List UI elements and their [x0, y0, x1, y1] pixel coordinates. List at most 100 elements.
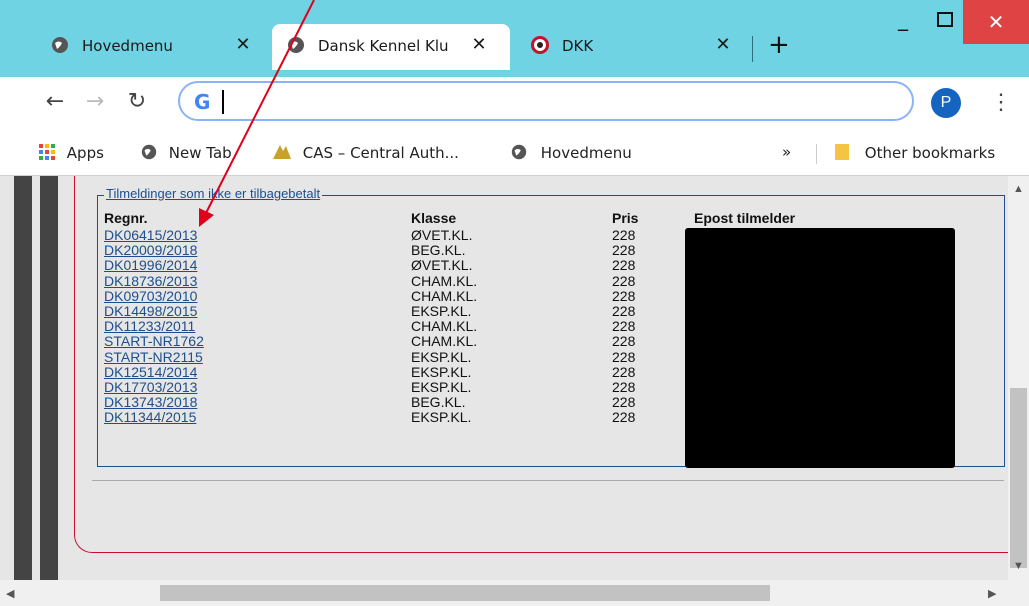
- pris-cell: 228: [612, 242, 636, 259]
- klasse-cell: CHAM.KL.: [411, 287, 478, 304]
- klasse-cell: EKSP.KL.: [411, 363, 472, 380]
- bookmark-other-bookmarks[interactable]: Other bookmarks: [834, 143, 995, 162]
- new-tab-button[interactable]: +: [768, 30, 790, 60]
- bookmark-separator: [816, 144, 817, 164]
- globe-icon: [52, 37, 68, 53]
- klasse-cell: CHAM.KL.: [411, 333, 478, 350]
- regnr-link[interactable]: DK11233/2011: [104, 319, 195, 334]
- bookmark-label: Other bookmarks: [864, 144, 996, 162]
- regnr-link[interactable]: DK18736/2013: [104, 273, 197, 289]
- regnr-link[interactable]: DK17703/2013: [104, 380, 197, 395]
- regnr-link[interactable]: DK11344/2015: [104, 410, 196, 425]
- menu-kebab-icon[interactable]: ⋮: [990, 89, 1012, 115]
- divider: [92, 480, 1004, 481]
- back-arrow-icon[interactable]: ←: [40, 87, 70, 117]
- klasse-cell: EKSP.KL.: [411, 409, 472, 426]
- globe-icon: [288, 37, 304, 53]
- klasse-cell: ØVET.KL.: [411, 227, 473, 243]
- regnr-link[interactable]: DK12514/2014: [104, 364, 197, 380]
- bookmark-apps[interactable]: Apps: [38, 143, 104, 162]
- vertical-scrollbar[interactable]: ▲ ▼: [1008, 176, 1029, 580]
- cas-logo-icon: [273, 145, 291, 159]
- scroll-left-arrow-icon[interactable]: ◀: [6, 587, 14, 600]
- pris-cell: 228: [612, 303, 636, 319]
- bookmarks-overflow-button[interactable]: »: [782, 143, 791, 161]
- globe-icon: [511, 144, 527, 160]
- tab-strip: Hovedmenu ✕ Dansk Kennel Klu ✕ DKK ✕ + _…: [0, 0, 1029, 77]
- fieldset-legend[interactable]: Tilmeldinger som ikke er tilbagebetalt: [104, 186, 323, 201]
- address-bar[interactable]: G: [178, 81, 914, 121]
- tab-label: Dansk Kennel Klu: [318, 37, 449, 55]
- bookmark-label: Hovedmenu: [540, 144, 632, 162]
- regnr-link[interactable]: DK01996/2014: [104, 258, 197, 273]
- klasse-cell: ØVET.KL.: [411, 257, 473, 274]
- tab-separator: [752, 36, 753, 62]
- close-window-button[interactable]: ✕: [963, 0, 1029, 44]
- regnr-link[interactable]: DK09703/2010: [104, 288, 197, 304]
- pris-cell: 228: [612, 409, 636, 426]
- reload-icon[interactable]: ↻: [122, 87, 152, 117]
- klasse-cell: CHAM.KL.: [411, 318, 478, 335]
- minimize-button[interactable]: _: [880, 0, 926, 44]
- left-frame-bar: [14, 176, 32, 580]
- scroll-up-arrow-icon[interactable]: ▲: [1013, 183, 1024, 195]
- folder-icon: [835, 144, 849, 160]
- left-frame-bar: [40, 176, 58, 580]
- bookmarks-bar: Apps New Tab CAS – Central Auth... Hoved…: [0, 132, 1029, 176]
- close-tab-icon[interactable]: ✕: [232, 34, 254, 55]
- scroll-right-arrow-icon[interactable]: ▶: [988, 587, 996, 600]
- header-epost: Epost tilmelder: [694, 210, 796, 226]
- klasse-cell: CHAM.KL.: [411, 272, 478, 289]
- globe-icon: [141, 144, 157, 160]
- apps-grid-icon: [39, 144, 55, 160]
- tab-label: Hovedmenu: [82, 37, 173, 55]
- pris-cell: 228: [612, 348, 636, 365]
- horizontal-scrollbar[interactable]: ◀ ▶: [0, 580, 1029, 606]
- text-caret: [222, 90, 224, 114]
- header-regnr: Regnr.: [104, 210, 148, 226]
- klasse-cell: EKSP.KL.: [411, 348, 472, 365]
- regnr-link[interactable]: DK14498/2015: [104, 304, 197, 319]
- tab-label: DKK: [562, 37, 594, 55]
- header-klasse: Klasse: [411, 210, 457, 226]
- pris-cell: 228: [612, 333, 636, 350]
- pris-cell: 228: [612, 227, 636, 243]
- regnr-link[interactable]: START-NR2115: [104, 349, 203, 365]
- pris-cell: 228: [612, 318, 636, 335]
- klasse-cell: EKSP.KL.: [411, 379, 472, 395]
- horizontal-scroll-thumb[interactable]: [160, 585, 770, 601]
- pris-cell: 228: [612, 287, 636, 304]
- bookmark-new-tab[interactable]: New Tab: [140, 143, 232, 162]
- close-tab-icon[interactable]: ✕: [468, 34, 490, 55]
- tab-dansk-kennel-klub[interactable]: Dansk Kennel Klu ✕: [272, 24, 510, 70]
- pris-cell: 228: [612, 379, 636, 395]
- regnr-link[interactable]: DK20009/2018: [104, 243, 197, 258]
- pris-cell: 228: [612, 272, 636, 289]
- tab-dkk[interactable]: DKK ✕: [516, 24, 756, 70]
- bookmark-label: New Tab: [168, 144, 232, 162]
- regnr-link[interactable]: START-NR1762: [104, 334, 204, 349]
- bookmark-hovedmenu[interactable]: Hovedmenu: [510, 143, 632, 162]
- pris-cell: 228: [612, 394, 636, 411]
- dkk-logo-icon: [531, 36, 549, 54]
- tab-hovedmenu[interactable]: Hovedmenu ✕: [36, 24, 266, 70]
- scroll-down-arrow-icon[interactable]: ▼: [1013, 560, 1024, 572]
- regnr-link[interactable]: DK13743/2018: [104, 395, 197, 410]
- maximize-button[interactable]: [921, 0, 967, 44]
- redacted-email-block: [685, 228, 955, 468]
- pris-cell: 228: [612, 363, 636, 380]
- vertical-scroll-thumb[interactable]: [1010, 388, 1027, 568]
- bookmark-cas[interactable]: CAS – Central Auth...: [272, 143, 459, 162]
- klasse-cell: BEG.KL.: [411, 394, 466, 411]
- profile-avatar[interactable]: P: [931, 88, 961, 118]
- google-icon: G: [194, 90, 211, 114]
- pris-cell: 228: [612, 257, 636, 274]
- bookmark-label: CAS – Central Auth...: [302, 144, 459, 162]
- regnr-link[interactable]: DK06415/2013: [104, 228, 197, 243]
- bookmark-label: Apps: [66, 144, 104, 162]
- forward-arrow-icon[interactable]: →: [80, 87, 110, 117]
- browser-toolbar: ← → ↻ G P ⋮: [0, 77, 1029, 132]
- close-tab-icon[interactable]: ✕: [712, 34, 734, 55]
- page-viewport: Tilmeldinger som ikke er tilbagebetalt R…: [0, 176, 1029, 606]
- klasse-cell: EKSP.KL.: [411, 303, 472, 319]
